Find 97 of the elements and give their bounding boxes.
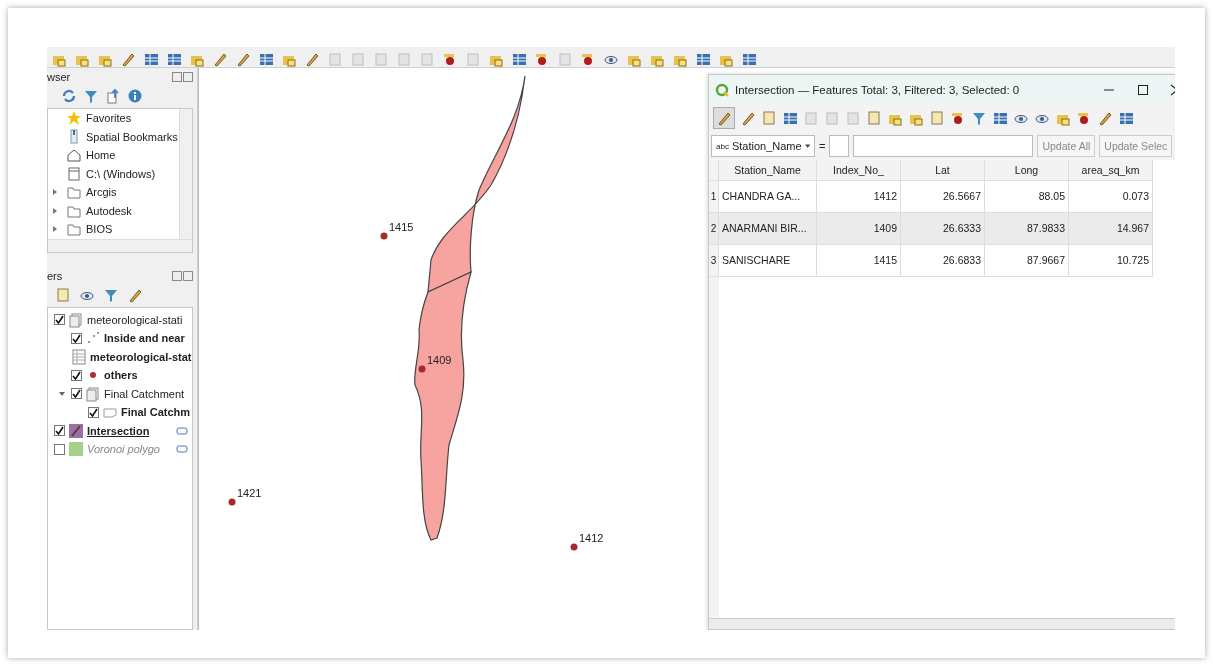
- vertical-scrollbar[interactable]: [179, 109, 192, 239]
- collapse-icon[interactable]: [105, 88, 121, 104]
- expression-field[interactable]: [853, 135, 1034, 157]
- add-layer-icon[interactable]: [55, 286, 71, 303]
- field-dropdown[interactable]: abc Station_Name: [711, 135, 815, 157]
- table-cell: 14.967: [1069, 213, 1153, 245]
- layer-checkbox[interactable]: [54, 314, 65, 326]
- table-icon[interactable]: [143, 51, 159, 67]
- station-label: 1412: [579, 532, 604, 544]
- station-point: [380, 232, 388, 240]
- station-label: 1415: [389, 221, 414, 233]
- document-icon[interactable]: [929, 110, 945, 126]
- browser-item[interactable]: Spatial Bookmarks: [86, 130, 178, 143]
- column-header[interactable]: Long: [985, 160, 1069, 181]
- layer-group-icon: [68, 311, 84, 328]
- column-header[interactable]: Station_Name: [719, 160, 817, 181]
- row-number[interactable]: 1: [709, 181, 719, 213]
- table-cell: 1409: [817, 213, 901, 245]
- layer-group-icon: [85, 385, 101, 402]
- drive-icon: [66, 165, 82, 182]
- folder-icon: [66, 184, 82, 201]
- expand-arrow-icon[interactable]: [52, 225, 58, 234]
- panel-title: ers: [47, 269, 63, 282]
- polygon-edit-icon: [68, 422, 84, 439]
- station-label: 1421: [237, 487, 262, 499]
- station-point: [570, 543, 578, 551]
- table-cell: 87.9833: [985, 213, 1069, 245]
- table-cell: ANARMANI BIR...: [719, 213, 817, 245]
- browser-item[interactable]: Autodesk: [86, 204, 132, 217]
- layer-checkbox[interactable]: [71, 369, 82, 381]
- document-icon[interactable]: [761, 110, 777, 126]
- pencil-icon[interactable]: [120, 51, 136, 67]
- horizontal-scrollbar[interactable]: [48, 238, 192, 252]
- float-button[interactable]: [172, 72, 182, 82]
- home-icon: [66, 147, 82, 164]
- layer-checkbox[interactable]: [54, 443, 65, 455]
- layer-name[interactable]: Voronoi polygo: [87, 443, 160, 456]
- close-button[interactable]: [183, 270, 193, 281]
- operator-label: =: [819, 140, 826, 152]
- column-header[interactable]: Lat: [901, 160, 985, 181]
- window-title: Intersection — Features Total: 3, Filtered: 3, Selected: 0: [735, 83, 1020, 96]
- expand-arrow-icon[interactable]: [58, 389, 66, 398]
- maximize-icon[interactable]: [1137, 83, 1149, 96]
- filter-icon[interactable]: [971, 110, 987, 126]
- app-logo-icon: [715, 82, 729, 97]
- layer-checkbox[interactable]: [54, 425, 65, 437]
- indicator-icon[interactable]: [176, 444, 188, 455]
- layer-checkbox[interactable]: [71, 388, 82, 400]
- table-cell: 26.6333: [901, 213, 985, 245]
- layer-name[interactable]: Final Catchment: [104, 387, 185, 400]
- table-icon[interactable]: [695, 51, 711, 67]
- filter-icon[interactable]: [83, 88, 99, 104]
- table-icon[interactable]: [741, 51, 757, 67]
- layer-name[interactable]: Intersection: [87, 424, 150, 437]
- station-point: [228, 498, 236, 506]
- column-header[interactable]: Index_No_: [817, 160, 901, 181]
- table-icon[interactable]: [782, 110, 798, 126]
- column-header[interactable]: area_sq_km: [1069, 160, 1153, 181]
- layer-name[interactable]: Final Catchm: [121, 406, 191, 419]
- layer-checkbox[interactable]: [88, 406, 99, 418]
- row-number[interactable]: 2: [709, 213, 719, 245]
- star-icon: [66, 110, 82, 127]
- browser-item[interactable]: Home: [86, 149, 116, 162]
- layer-name[interactable]: Inside and near: [104, 332, 185, 345]
- row-number[interactable]: 3: [709, 245, 719, 277]
- station-point: [418, 365, 426, 373]
- browser-item[interactable]: BIOS: [86, 223, 113, 236]
- close-icon[interactable]: [1171, 83, 1175, 96]
- expression-button[interactable]: [829, 135, 850, 157]
- info-icon[interactable]: [127, 88, 143, 104]
- layer-name[interactable]: meteorological-stat: [90, 350, 192, 363]
- layer-name[interactable]: others: [104, 369, 138, 382]
- header-corner-cell[interactable]: [709, 160, 719, 181]
- close-button[interactable]: [183, 72, 193, 82]
- table-icon: [71, 348, 87, 365]
- browser-item[interactable]: Favorites: [86, 112, 132, 125]
- pencil-icon[interactable]: [713, 107, 735, 129]
- browser-item[interactable]: Arcgis: [86, 186, 117, 199]
- table-icon[interactable]: [258, 51, 274, 67]
- polygon-fill-icon: [68, 441, 84, 458]
- panel-title: wser: [47, 71, 71, 83]
- folder-icon: [66, 221, 82, 238]
- refresh-icon[interactable]: [61, 88, 77, 104]
- pencil-icon[interactable]: [740, 110, 756, 126]
- layer-name[interactable]: meteorological-stati: [87, 313, 183, 326]
- caret-icon[interactable]: [804, 143, 810, 149]
- float-button[interactable]: [172, 270, 182, 281]
- table-icon[interactable]: [1118, 110, 1134, 126]
- table-icon[interactable]: [992, 110, 1008, 126]
- indicator-icon[interactable]: [176, 425, 188, 436]
- station-label: 1409: [427, 354, 452, 366]
- layer-checkbox[interactable]: [71, 332, 82, 344]
- browser-item[interactable]: C:\ (Windows): [86, 167, 156, 180]
- pencil-icon[interactable]: [1097, 110, 1113, 126]
- table-icon[interactable]: [166, 51, 182, 67]
- table-icon[interactable]: [511, 51, 527, 67]
- document-icon[interactable]: [866, 110, 882, 126]
